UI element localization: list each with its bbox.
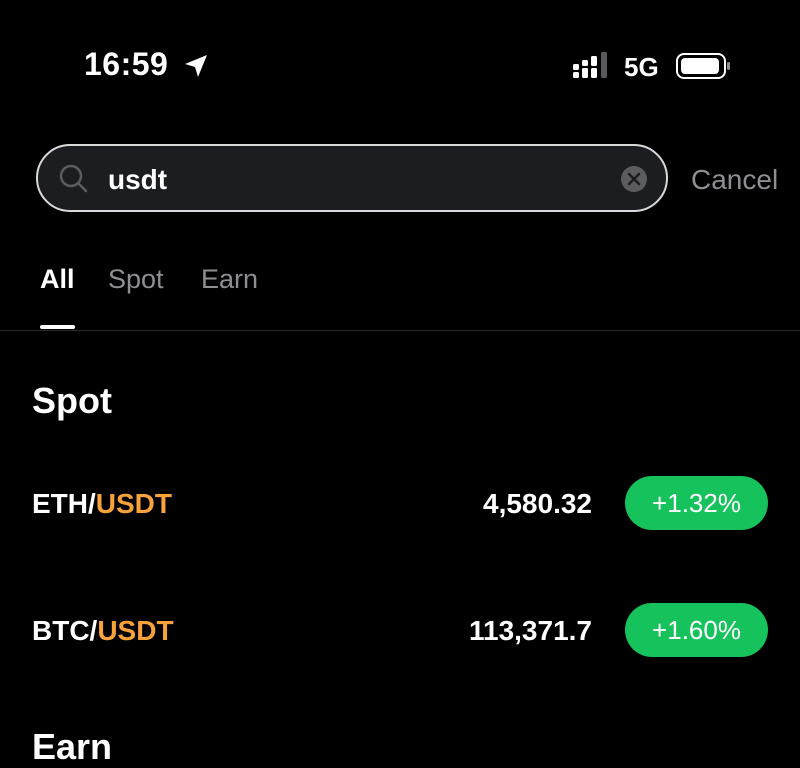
pair-quote: USDT xyxy=(95,488,173,519)
change-badge: +1.60% xyxy=(625,603,768,657)
tab-active-indicator xyxy=(40,325,75,329)
network-type: 5G xyxy=(624,52,659,82)
search-input[interactable] xyxy=(108,160,588,200)
battery-icon xyxy=(676,53,730,79)
last-price: 113,371.7 xyxy=(468,615,592,646)
search-icon xyxy=(59,164,88,193)
tab-earn[interactable]: Earn xyxy=(201,264,258,295)
pair-quote: USDT xyxy=(97,615,174,646)
last-price: 4,580.32 xyxy=(483,488,592,519)
location-arrow-icon xyxy=(185,55,207,77)
change-badge: +1.32% xyxy=(625,476,768,530)
section-title-earn: Earn xyxy=(32,726,113,767)
pair-name: BTC/USDT xyxy=(32,615,174,647)
pair-name: ETH/USDT xyxy=(32,488,172,520)
status-time: 16:59 xyxy=(84,46,169,82)
list-item-eth-usdt[interactable]: ETH/USDT 4,580.32 +1.32% xyxy=(0,464,800,544)
pair-base: ETH/ xyxy=(32,488,96,519)
cancel-button[interactable]: Cancel xyxy=(691,164,778,196)
clear-icon[interactable] xyxy=(620,165,648,193)
pair-base: BTC/ xyxy=(32,615,98,646)
list-item-btc-usdt[interactable]: BTC/USDT 113,371.7 +1.60% xyxy=(0,591,800,671)
signal-icon xyxy=(573,52,607,78)
tab-all[interactable]: All xyxy=(40,264,75,295)
section-title-spot: Spot xyxy=(32,380,112,421)
tabs-divider xyxy=(0,330,800,331)
tab-spot[interactable]: Spot xyxy=(108,264,164,295)
